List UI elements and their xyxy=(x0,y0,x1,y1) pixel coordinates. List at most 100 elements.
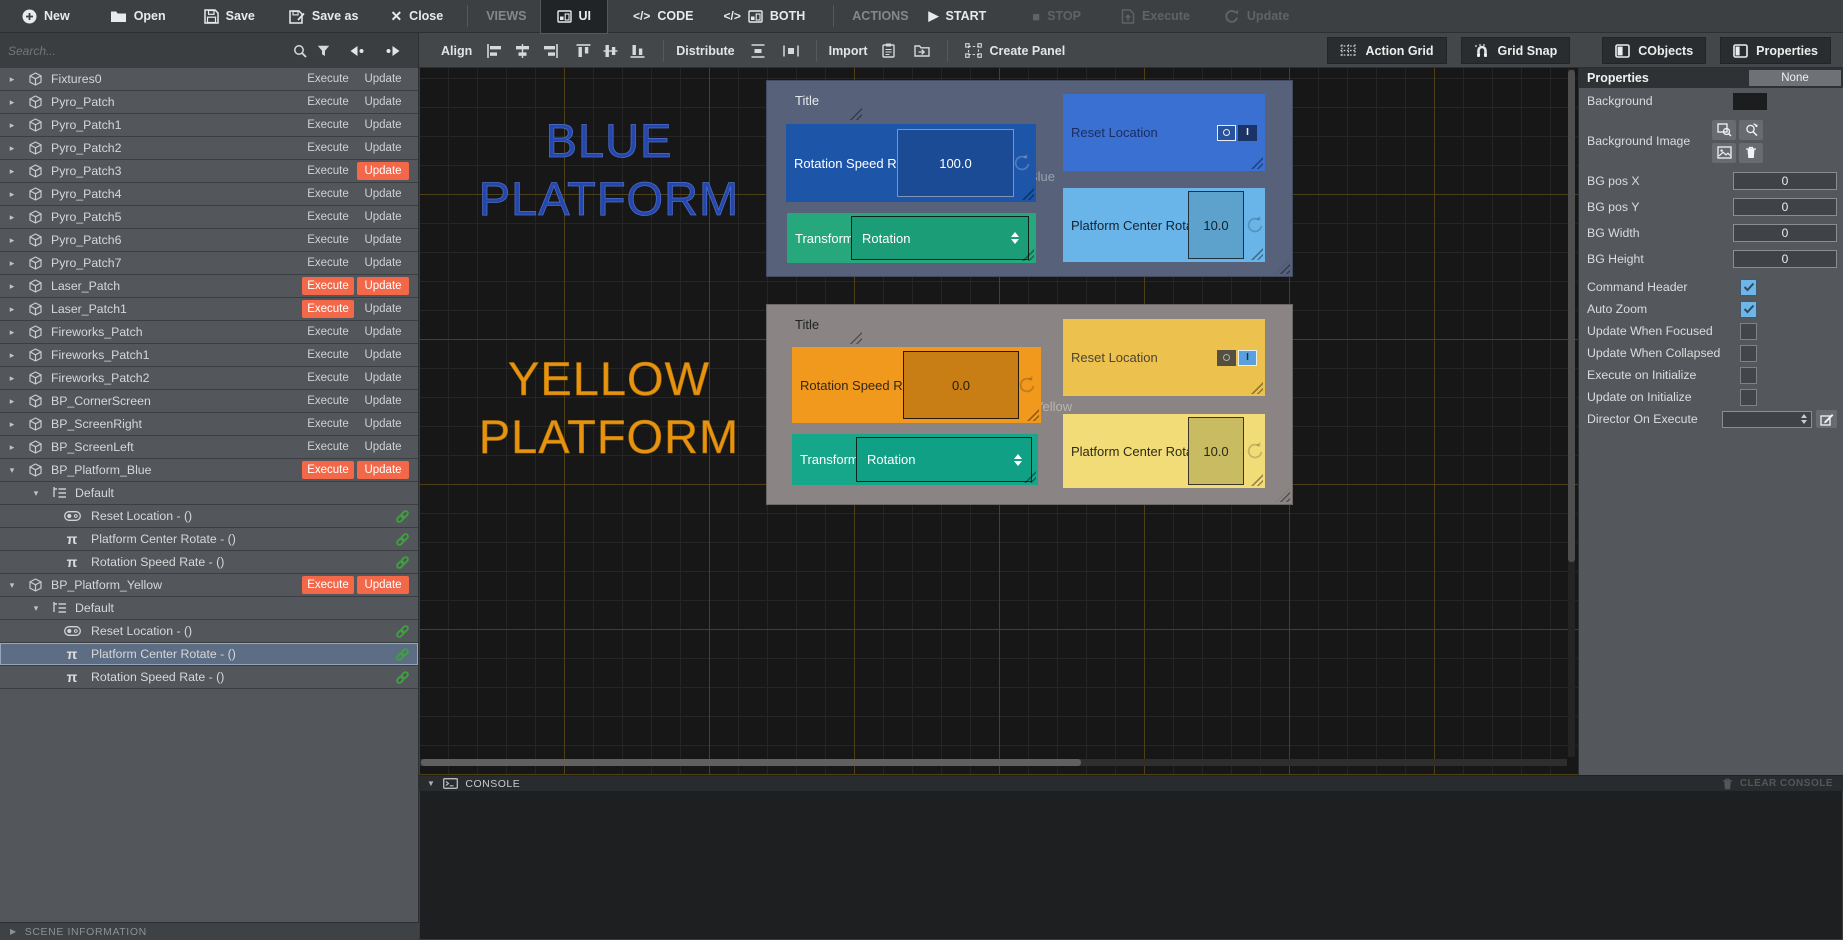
transform-dropdown[interactable]: Rotation xyxy=(851,216,1029,260)
value-box[interactable]: 100.0 xyxy=(897,129,1014,197)
filter-icon[interactable] xyxy=(317,45,330,57)
save-button[interactable]: Save xyxy=(204,0,255,33)
transform-widget[interactable]: Transform Rotation xyxy=(787,213,1036,263)
tree-row[interactable]: ▸Pyro_Patch3ExecuteUpdate xyxy=(0,160,418,183)
execute-button[interactable]: Execute xyxy=(302,415,354,433)
chevron-down-icon[interactable]: ▼ xyxy=(427,779,435,788)
value-box[interactable]: 10.0 xyxy=(1188,191,1244,259)
none-button[interactable]: None xyxy=(1749,70,1841,86)
align-middle-vertical-icon[interactable] xyxy=(602,44,619,58)
ui-editor-canvas[interactable]: BLUE PLATFORM YELLOW PLATFORM Title Blue… xyxy=(419,68,1578,775)
browse-image-button[interactable] xyxy=(1712,120,1736,140)
chevron-right-icon[interactable]: ▸ xyxy=(0,189,24,200)
transform-dropdown[interactable]: Rotation xyxy=(856,437,1032,482)
execute-button[interactable]: Execute xyxy=(302,93,354,111)
history-forward-icon[interactable] xyxy=(385,45,402,57)
chevron-right-icon[interactable]: ▸ xyxy=(0,396,24,407)
update-button[interactable]: Update xyxy=(357,116,409,134)
scene-information-bar[interactable]: ▶ SCENE INFORMATION xyxy=(0,922,419,940)
import-file-icon[interactable] xyxy=(914,44,930,57)
reset-location-widget[interactable]: Reset Location I xyxy=(1063,94,1265,171)
search-icon[interactable] xyxy=(293,44,307,58)
tab-ui[interactable]: UI xyxy=(541,0,608,33)
resize-handle[interactable] xyxy=(1022,188,1034,200)
rotation-speed-rate-widget[interactable]: Rotation Speed Rate 100.0 xyxy=(786,124,1036,202)
reset-location-widget[interactable]: Reset Location I xyxy=(1063,319,1265,396)
update-button[interactable]: Update xyxy=(357,70,409,88)
update-on-initialize-checkbox[interactable] xyxy=(1740,389,1757,406)
resize-handle[interactable] xyxy=(1251,382,1263,394)
tree-param-row[interactable]: πPlatform Center Rotate - () xyxy=(0,528,418,551)
tree-row[interactable]: ▸Laser_PatchExecuteUpdate xyxy=(0,275,418,298)
execute-button[interactable]: Execute xyxy=(302,139,354,157)
execute-button[interactable]: Execute xyxy=(302,392,354,410)
execute-button[interactable]: Execute xyxy=(302,208,354,226)
tree-row[interactable]: ▸BP_ScreenLeftExecuteUpdate xyxy=(0,436,418,459)
value-box[interactable]: 10.0 xyxy=(1188,417,1244,485)
tab-both[interactable]: </> BOTH xyxy=(724,0,806,33)
execute-button[interactable]: Execute xyxy=(302,300,354,318)
chevron-right-icon[interactable]: ▸ xyxy=(0,373,24,384)
link-icon[interactable] xyxy=(395,532,410,547)
chevron-right-icon[interactable]: ▸ xyxy=(0,97,24,108)
chevron-right-icon[interactable]: ▸ xyxy=(0,235,24,246)
console-header[interactable]: ▼ CONSOLE CLEAR CONSOLE xyxy=(419,775,1843,791)
chevron-right-icon[interactable]: ▸ xyxy=(0,442,24,453)
create-panel-icon[interactable] xyxy=(965,43,982,58)
resize-handle[interactable] xyxy=(1251,157,1263,169)
chevron-down-icon[interactable]: ▾ xyxy=(24,603,48,614)
toggle-off-icon[interactable] xyxy=(1217,350,1236,366)
off-on-toggle[interactable]: I xyxy=(1217,350,1257,366)
align-right-icon[interactable] xyxy=(541,44,558,58)
update-when-focused-checkbox[interactable] xyxy=(1740,323,1757,340)
chevron-right-icon[interactable]: ▸ xyxy=(0,419,24,430)
vertical-scrollbar[interactable] xyxy=(1568,69,1575,757)
title-resize-handle[interactable] xyxy=(847,329,862,344)
scrollbar-thumb[interactable] xyxy=(421,759,1081,766)
clipboard-icon[interactable] xyxy=(882,43,895,58)
close-button[interactable]: ✕ Close xyxy=(390,0,443,33)
tree-row[interactable]: ▾BP_Platform_YellowExecuteUpdate xyxy=(0,574,418,597)
chevron-right-icon[interactable]: ▸ xyxy=(0,166,24,177)
platform-center-rotate-widget[interactable]: Platform Center Rotate 10.0 xyxy=(1063,188,1265,262)
align-center-horizontal-icon[interactable] xyxy=(514,44,531,58)
align-left-icon[interactable] xyxy=(487,44,504,58)
create-panel-label[interactable]: Create Panel xyxy=(989,44,1065,58)
tree-row[interactable]: ▸Laser_Patch1ExecuteUpdate xyxy=(0,298,418,321)
panel-title[interactable]: Title xyxy=(795,317,819,332)
panel-resize-handle[interactable] xyxy=(1276,260,1290,274)
link-icon[interactable] xyxy=(395,670,410,685)
blue-panel-group[interactable]: Title Blue Rotation Speed Rate 100.0 Tra… xyxy=(766,80,1293,277)
tree-row[interactable]: ▸Pyro_Patch2ExecuteUpdate xyxy=(0,137,418,160)
yellow-panel-group[interactable]: Title Yellow Rotation Speed Rate 0.0 Tra… xyxy=(766,304,1293,505)
properties-button[interactable]: Properties xyxy=(1720,37,1831,64)
update-button[interactable]: Update xyxy=(357,208,409,226)
execute-button[interactable]: Execute xyxy=(302,70,354,88)
console-body[interactable] xyxy=(419,791,1843,940)
update-button[interactable]: Update xyxy=(357,415,409,433)
update-button[interactable]: Update xyxy=(357,231,409,249)
update-button[interactable]: Update xyxy=(357,185,409,203)
update-button[interactable]: Update xyxy=(357,438,409,456)
action-grid-button[interactable]: Action Grid xyxy=(1327,37,1446,64)
align-bottom-icon[interactable] xyxy=(629,44,646,58)
search-input[interactable] xyxy=(0,44,293,58)
execute-button[interactable]: Execute xyxy=(302,162,354,180)
execute-button[interactable]: Execute xyxy=(302,369,354,387)
execute-button[interactable]: Execute xyxy=(302,116,354,134)
tree-row[interactable]: ▸Fireworks_PatchExecuteUpdate xyxy=(0,321,418,344)
panel-title[interactable]: Title xyxy=(795,93,819,108)
execute-button[interactable]: Execute xyxy=(302,323,354,341)
execute-button[interactable]: Execute xyxy=(302,231,354,249)
update-button[interactable]: Update xyxy=(357,576,409,594)
link-icon[interactable] xyxy=(395,555,410,570)
panel-resize-handle[interactable] xyxy=(1276,488,1290,502)
chevron-right-icon[interactable]: ▸ xyxy=(0,281,24,292)
horizontal-scrollbar[interactable] xyxy=(420,759,1567,766)
chevron-right-icon[interactable]: ▸ xyxy=(0,304,24,315)
resize-handle[interactable] xyxy=(1027,409,1039,421)
background-color-swatch[interactable] xyxy=(1733,93,1767,110)
value-box[interactable]: 0.0 xyxy=(903,351,1019,419)
edit-icon[interactable] xyxy=(1816,410,1837,428)
bg-width-input[interactable]: 0 xyxy=(1733,224,1837,242)
